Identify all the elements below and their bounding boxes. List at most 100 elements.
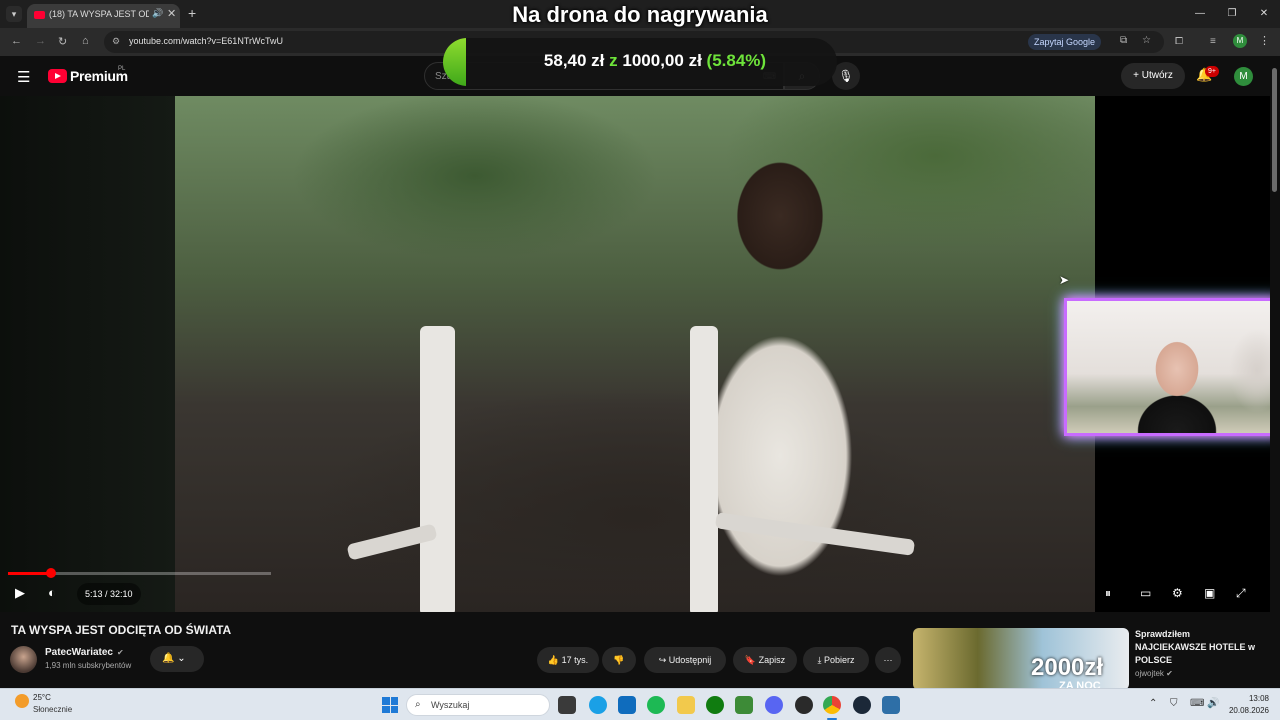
taskbar-search-input[interactable]: ⌕ Wyszukaj	[406, 694, 550, 716]
channel-avatar[interactable]	[10, 646, 37, 673]
settings-gear-icon[interactable]: ⚙	[1172, 586, 1183, 600]
reload-icon[interactable]: ↻	[58, 35, 67, 48]
donation-current: 58,40 zł	[543, 51, 605, 70]
more-actions-button[interactable]: ⋯	[875, 647, 901, 673]
tray-chevron-up-icon[interactable]: ⌃	[1149, 698, 1157, 709]
steam-icon[interactable]	[853, 696, 871, 714]
subscription-bell-button[interactable]: 🔔 ⌄	[150, 646, 204, 672]
edge-browser-icon[interactable]	[589, 696, 607, 714]
minecraft-icon[interactable]	[735, 696, 753, 714]
chrome-icon[interactable]	[823, 696, 841, 714]
browser-tab-youtube[interactable]: (18) TA WYSPA JEST ODCIĘTA OD ŚWIATA - Y…	[27, 4, 180, 28]
more-horizontal-icon: ⋯	[883, 655, 893, 665]
progress-bar[interactable]	[8, 568, 271, 578]
verified-badge-icon: ✔	[117, 648, 124, 657]
download-icon: ⤓	[817, 655, 822, 665]
dislike-button[interactable]: 👎	[602, 647, 636, 673]
url-text[interactable]: youtube.com/watch?v=E61NTrWcTwU	[129, 36, 283, 46]
page-scrollbar[interactable]	[1270, 56, 1280, 688]
progress-played	[8, 572, 51, 575]
mouse-cursor-icon: ➤	[1059, 273, 1070, 287]
browser-profile-avatar[interactable]: M	[1233, 34, 1247, 48]
share-button[interactable]: ↪ Udostępnij	[644, 647, 726, 673]
minimize-icon[interactable]: —	[1184, 0, 1216, 28]
obs-icon[interactable]	[795, 696, 813, 714]
discord-icon[interactable]	[765, 696, 783, 714]
create-label: Utwórz	[1141, 70, 1173, 81]
chair-post-right	[690, 326, 718, 612]
weather-temperature[interactable]: 25°C	[33, 693, 51, 702]
channel-name[interactable]: PatecWariatec	[45, 647, 113, 658]
new-tab-plus-icon[interactable]: +	[188, 5, 196, 21]
progress-scrubber[interactable]	[45, 568, 56, 578]
install-app-icon[interactable]: ⧉	[1120, 35, 1127, 46]
windows-start-icon[interactable]	[382, 697, 398, 713]
save-label: Zapisz	[758, 655, 786, 665]
ask-google-button[interactable]: Zapytaj Google	[1028, 34, 1102, 50]
spotify-icon[interactable]	[647, 696, 665, 714]
thumb-down-icon: 👎	[613, 655, 625, 665]
chevron-down-icon: ⌄	[177, 653, 186, 664]
tray-shield-icon[interactable]: ⛉	[1170, 698, 1178, 709]
search-icon: ⌕	[415, 699, 421, 710]
reading-list-icon[interactable]: ≡	[1210, 36, 1216, 47]
site-info-icon[interactable]: ⚙	[112, 36, 120, 47]
home-icon[interactable]: ⌂	[82, 35, 89, 47]
download-button[interactable]: ⤓ Pobierz	[803, 647, 869, 673]
play-icon[interactable]: ▶	[15, 585, 25, 601]
weather-sun-icon[interactable]	[15, 694, 29, 708]
tab-close-icon[interactable]: ✕	[167, 7, 176, 20]
screen: ▾ (18) TA WYSPA JEST ODCIĘTA OD ŚWIATA -…	[0, 0, 1280, 720]
recommended-title[interactable]: Sprawdziłem NAJCIEKAWSZE HOTELE w POLSCE	[1135, 628, 1255, 667]
task-view-icon[interactable]	[558, 696, 576, 714]
taskbar-clock-date[interactable]: 20.08.2026	[1225, 706, 1269, 715]
hamburger-menu-icon[interactable]: ☰	[17, 68, 30, 86]
theater-mode-icon[interactable]: ▣	[1204, 586, 1215, 600]
subtitles-icon[interactable]: ▭	[1140, 586, 1151, 600]
scrollbar-thumb[interactable]	[1272, 68, 1277, 192]
outlook-icon[interactable]	[618, 696, 636, 714]
tray-volume-icon[interactable]: 🔊	[1207, 698, 1219, 709]
chair-post-left	[420, 326, 455, 612]
autoplay-toggle-icon[interactable]: ⏸	[1105, 586, 1111, 601]
close-window-icon[interactable]: ✕	[1248, 0, 1280, 28]
youtube-logo-icon[interactable]	[48, 69, 67, 83]
video-title: TA WYSPA JEST ODCIĘTA OD ŚWIATA	[11, 623, 232, 637]
notifications-badge: 9+	[1205, 66, 1219, 77]
youtube-favicon-icon	[34, 11, 45, 19]
create-button[interactable]: + Utwórz	[1121, 63, 1185, 89]
maximize-icon[interactable]: ❐	[1216, 0, 1248, 28]
forward-arrow-icon[interactable]: →	[35, 35, 46, 47]
browser-menu-icon[interactable]: ⋮	[1259, 34, 1270, 47]
window-controls: — ❐ ✕	[1184, 0, 1280, 28]
extensions-puzzle-icon[interactable]: ⧠	[1175, 36, 1183, 47]
taskbar-clock-time[interactable]: 13:08	[1225, 694, 1269, 703]
donation-goal-bar: 58,40 zł z 1000,00 zł (5.84%)	[443, 38, 837, 86]
account-avatar[interactable]: M	[1234, 67, 1253, 86]
recommended-thumbnail[interactable]: 2000zł ZA NOC	[913, 628, 1129, 690]
tray-network-icon[interactable]: ⌨	[1190, 698, 1204, 709]
weather-description[interactable]: Słonecznie	[33, 705, 72, 714]
donation-goal: 1000,00 zł	[622, 51, 702, 70]
app-icon[interactable]	[882, 696, 900, 714]
fullscreen-icon[interactable]: ⤢	[1236, 586, 1246, 601]
video-frame[interactable]	[175, 96, 1095, 612]
tab-audio-icon[interactable]: 🔊	[152, 8, 163, 19]
webcam-overlay	[1064, 298, 1280, 436]
save-button[interactable]: 🔖 Zapisz	[733, 647, 797, 673]
bookmark-star-icon[interactable]: ☆	[1142, 35, 1151, 46]
share-icon: ↪	[658, 655, 667, 665]
like-button[interactable]: 👍 17 tys.	[537, 647, 599, 673]
recommended-channel[interactable]: ojwojtek ✔	[1135, 669, 1173, 678]
bell-icon: 🔔	[162, 653, 175, 664]
xbox-icon[interactable]	[706, 696, 724, 714]
file-explorer-icon[interactable]	[677, 696, 695, 714]
tab-list-chevron-icon[interactable]: ▾	[6, 6, 22, 22]
video-side-fill	[0, 96, 175, 612]
time-display: 5:13 / 32:10	[77, 583, 141, 605]
back-arrow-icon[interactable]: ←	[11, 35, 22, 47]
windows-taskbar: 25°C Słonecznie ⌕ Wyszukaj ⌃ ⛉ ⌨ 🔊 13:08…	[0, 688, 1280, 720]
volume-icon[interactable]: ◐	[48, 585, 56, 600]
thumb-up-icon: 👍	[547, 655, 560, 665]
donation-text: 58,40 zł z 1000,00 zł (5.84%)	[443, 51, 837, 71]
